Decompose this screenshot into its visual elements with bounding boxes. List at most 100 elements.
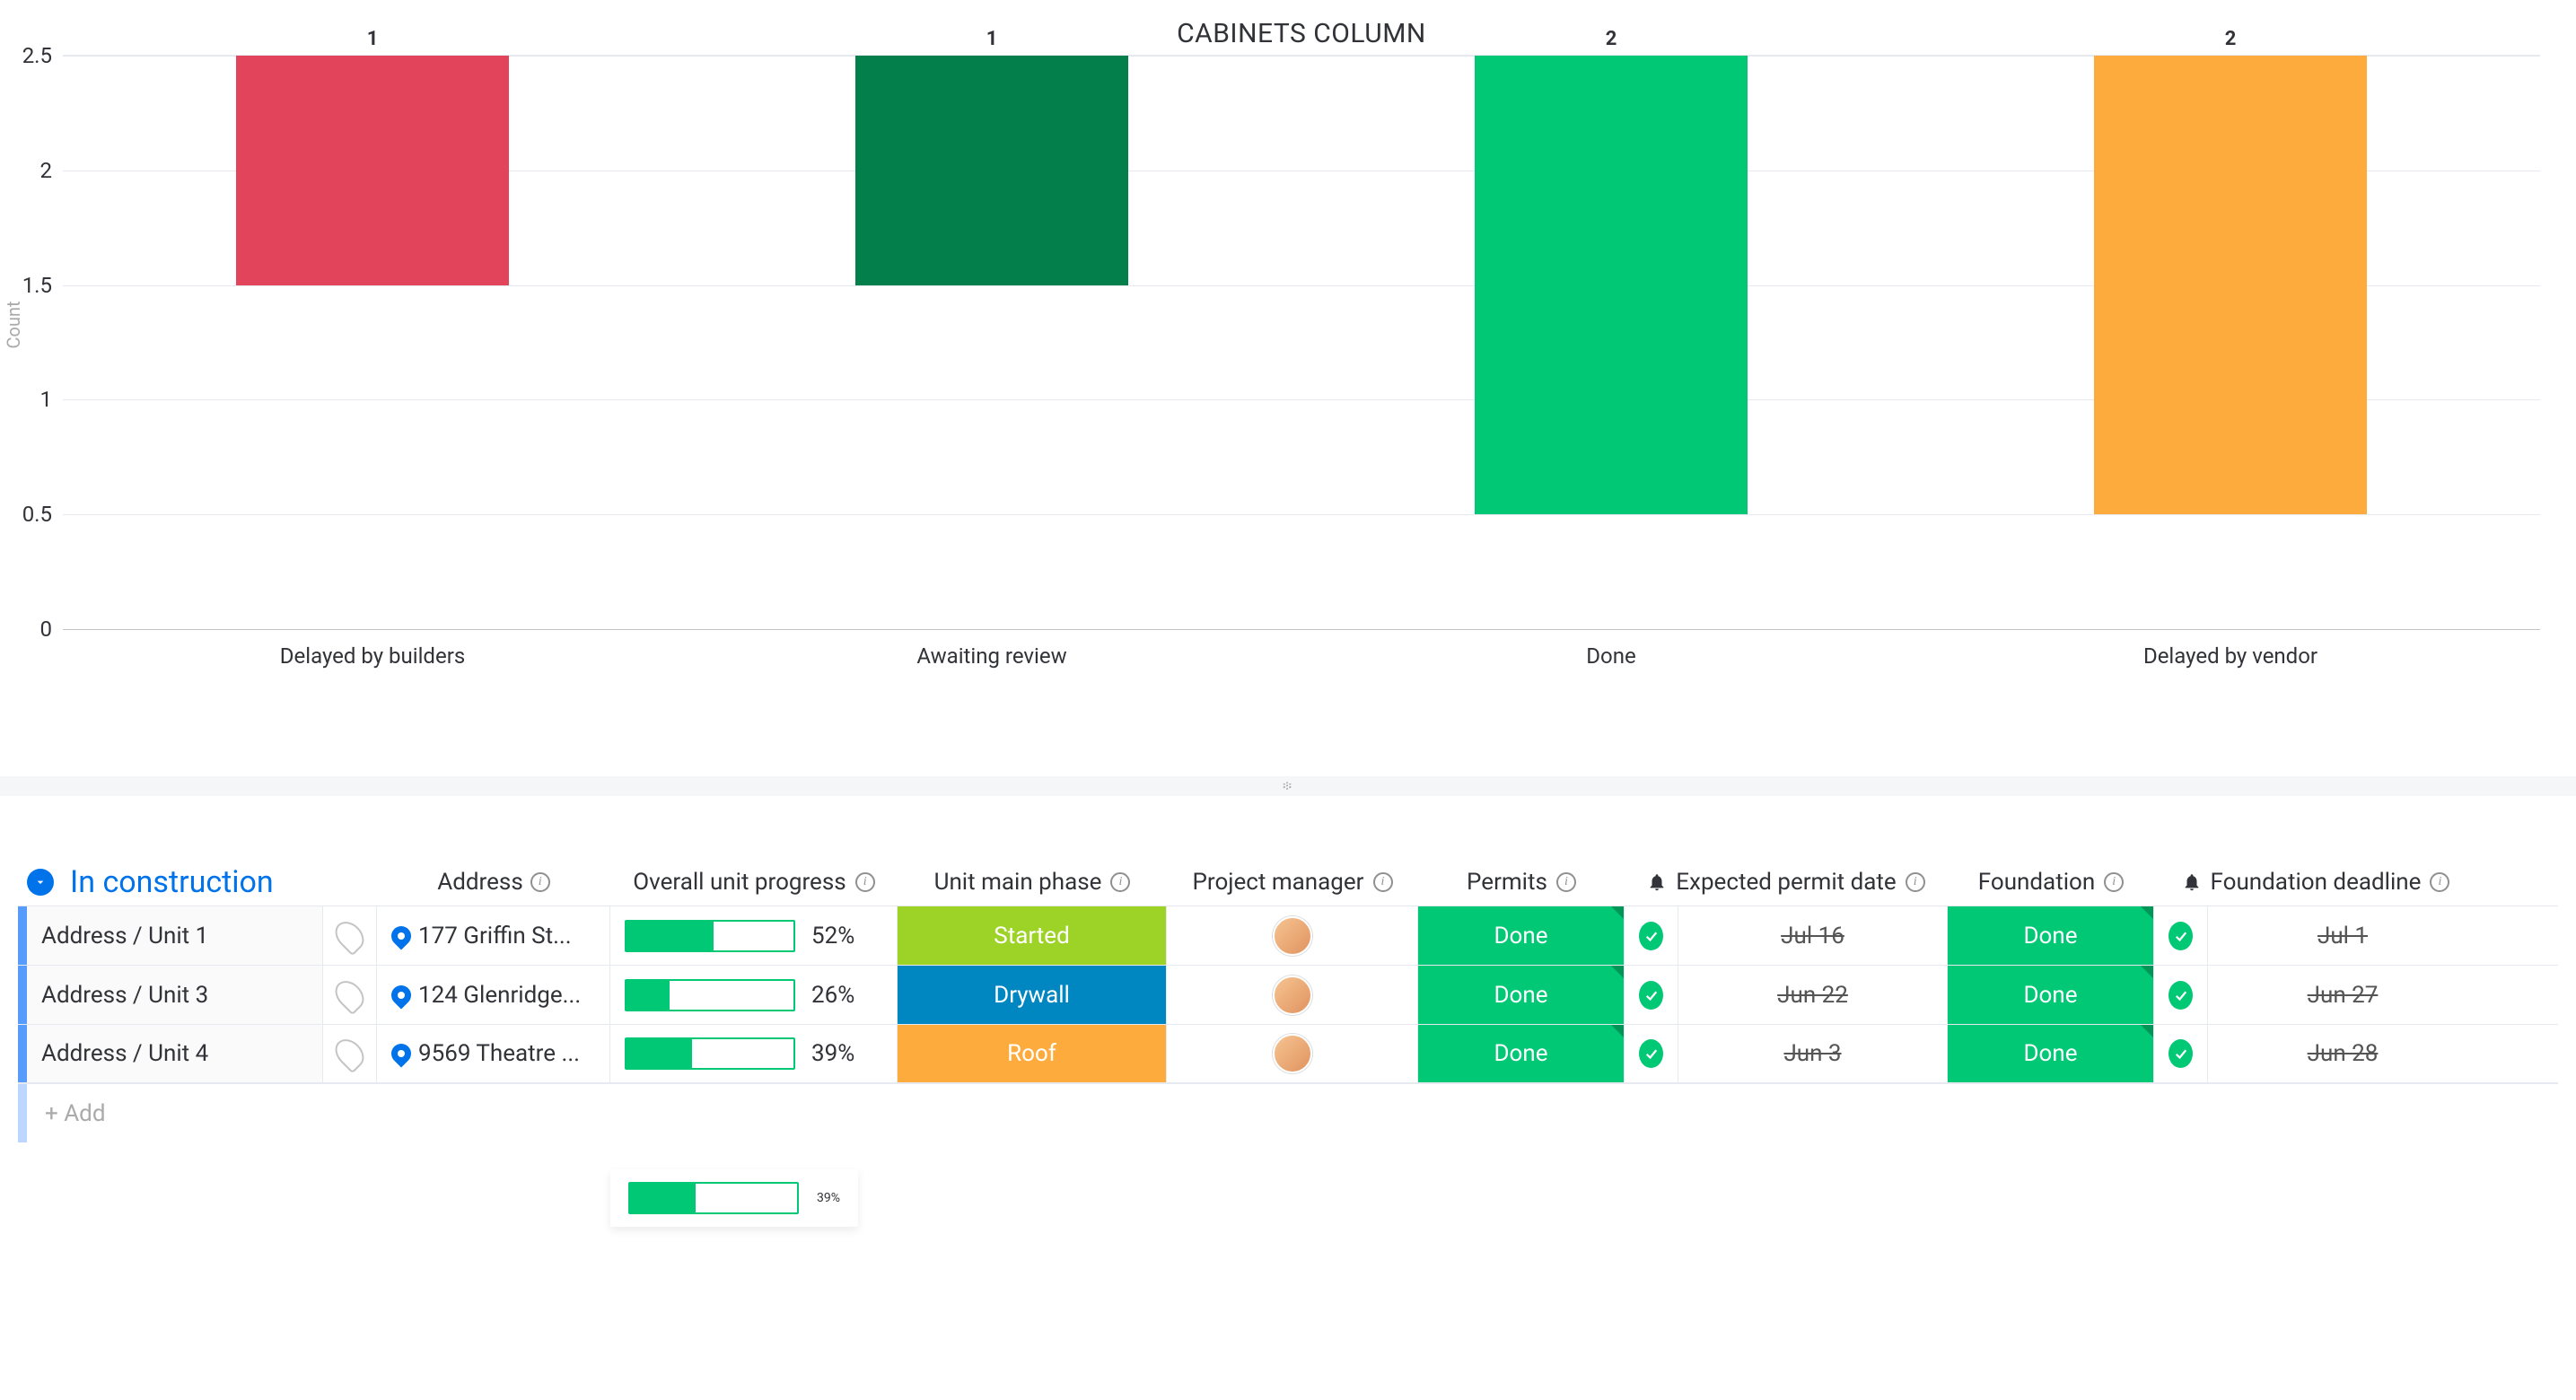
progress-cell[interactable]: 52% xyxy=(610,906,898,965)
chart-bar[interactable]: 2 xyxy=(1475,56,1748,514)
conversation-button[interactable] xyxy=(323,966,377,1024)
chat-icon xyxy=(329,1034,370,1074)
y-tick-label: 0.5 xyxy=(22,502,52,527)
add-item-label[interactable]: + Add xyxy=(27,1084,2558,1142)
col-header-address[interactable]: Address i xyxy=(377,859,610,906)
bar-value-label: 1 xyxy=(236,28,509,56)
project-manager-cell[interactable] xyxy=(1167,906,1418,965)
col-header-expected-permit[interactable]: Expected permit date i xyxy=(1625,859,1948,906)
group-title[interactable]: In construction xyxy=(70,864,274,900)
avatar xyxy=(1273,916,1312,956)
project-manager-cell[interactable] xyxy=(1167,966,1418,1024)
progress-cell[interactable]: 26% xyxy=(610,966,898,1024)
item-name[interactable]: Address / Unit 1 xyxy=(27,906,323,965)
col-header-foundation-deadline[interactable]: Foundation deadline i xyxy=(2154,859,2477,906)
conversation-button[interactable] xyxy=(323,1025,377,1082)
foundation-check xyxy=(2154,906,2208,965)
y-tick-label: 0 xyxy=(40,617,53,642)
info-icon[interactable]: i xyxy=(2430,872,2449,892)
bar-value-label: 1 xyxy=(855,28,1128,56)
expected-permit-date[interactable]: Jun 22 xyxy=(1678,966,1948,1024)
x-tick-label: Delayed by builders xyxy=(63,638,682,669)
project-manager-cell[interactable] xyxy=(1167,1025,1418,1082)
y-tick-label: 2 xyxy=(40,158,53,183)
phase-status[interactable]: Roof xyxy=(898,1025,1167,1082)
foundation-deadline[interactable]: Jun 27 xyxy=(2208,966,2477,1024)
info-icon[interactable]: i xyxy=(855,872,875,892)
x-tick-label: Delayed by vendor xyxy=(1921,638,2540,669)
info-icon[interactable]: i xyxy=(1906,872,1925,892)
col-header-progress[interactable]: Overall unit progress i xyxy=(610,859,898,906)
col-header-phase[interactable]: Unit main phase i xyxy=(898,859,1167,906)
chart-bar[interactable]: 2 xyxy=(2094,56,2367,514)
phase-status[interactable]: Started xyxy=(898,906,1167,965)
check-icon xyxy=(2169,922,2193,950)
progress-value: 26% xyxy=(811,982,854,1009)
info-icon[interactable]: i xyxy=(1110,872,1130,892)
foundation-check xyxy=(2154,966,2208,1024)
conversation-button[interactable] xyxy=(323,906,377,965)
group-collapse-toggle[interactable] xyxy=(27,869,54,896)
y-axis-label: Count xyxy=(3,301,24,348)
foundation-deadline[interactable]: Jul 1 xyxy=(2208,906,2477,965)
check-icon xyxy=(1639,981,1663,1010)
permit-check xyxy=(1625,906,1678,965)
chart-bar[interactable]: 1 xyxy=(855,56,1128,285)
item-name[interactable]: Address / Unit 3 xyxy=(27,966,323,1024)
permits-status[interactable]: Done xyxy=(1418,966,1625,1024)
foundation-status[interactable]: Done xyxy=(1948,966,2154,1024)
phase-status[interactable]: Drywall xyxy=(898,966,1167,1024)
y-tick-label: 1.5 xyxy=(22,273,52,298)
expected-permit-date[interactable]: Jun 3 xyxy=(1678,1025,1948,1082)
info-icon[interactable]: i xyxy=(2104,872,2124,892)
address-text: 124 Glenridge... xyxy=(418,982,581,1009)
address-cell[interactable]: 9569 Theatre ... xyxy=(377,1025,610,1082)
progress-cell[interactable]: 39% xyxy=(610,1025,898,1082)
progress-summary-value: 39% xyxy=(817,1191,840,1205)
col-header-permits[interactable]: Permits i xyxy=(1418,859,1625,906)
location-pin-icon xyxy=(387,981,415,1009)
check-icon xyxy=(1639,922,1663,950)
avatar xyxy=(1273,976,1312,1015)
y-tick-label: 2.5 xyxy=(22,43,52,68)
address-cell[interactable]: 124 Glenridge... xyxy=(377,966,610,1024)
info-icon[interactable]: i xyxy=(1556,872,1576,892)
info-icon[interactable]: i xyxy=(530,872,550,892)
info-icon[interactable]: i xyxy=(1373,872,1393,892)
address-text: 177 Griffin St... xyxy=(418,923,572,949)
pane-resize-handle[interactable]: ፨ xyxy=(0,776,2576,796)
progress-value: 39% xyxy=(811,1040,854,1067)
check-icon xyxy=(2169,1039,2193,1068)
check-icon xyxy=(2169,981,2193,1010)
bell-icon xyxy=(1647,872,1667,892)
y-tick-label: 1 xyxy=(40,387,53,412)
x-tick-label: Done xyxy=(1301,638,1921,669)
permits-status[interactable]: Done xyxy=(1418,906,1625,965)
bell-icon xyxy=(2182,872,2202,892)
check-icon xyxy=(1639,1039,1663,1068)
group-in-construction: In construction Address i Overall unit p… xyxy=(0,859,2576,1227)
table-row: Address / Unit 1 177 Griffin St... 52% S… xyxy=(18,906,2558,965)
expected-permit-date[interactable]: Jul 16 xyxy=(1678,906,1948,965)
item-name[interactable]: Address / Unit 4 xyxy=(27,1025,323,1082)
col-header-foundation[interactable]: Foundation i xyxy=(1948,859,2154,906)
add-item-row[interactable]: + Add xyxy=(18,1083,2558,1142)
permits-status[interactable]: Done xyxy=(1418,1025,1625,1082)
foundation-deadline[interactable]: Jun 28 xyxy=(2208,1025,2477,1082)
table-row: Address / Unit 3 124 Glenridge... 26% Dr… xyxy=(18,965,2558,1024)
permit-check xyxy=(1625,1025,1678,1082)
progress-value: 52% xyxy=(811,923,854,949)
foundation-check xyxy=(2154,1025,2208,1082)
progress-summary: 39% xyxy=(610,1169,858,1227)
foundation-status[interactable]: Done xyxy=(1948,1025,2154,1082)
address-cell[interactable]: 177 Griffin St... xyxy=(377,906,610,965)
permit-check xyxy=(1625,966,1678,1024)
avatar xyxy=(1273,1034,1312,1073)
col-header-pm[interactable]: Project manager i xyxy=(1167,859,1418,906)
x-axis-labels: Delayed by buildersAwaiting reviewDoneDe… xyxy=(63,638,2540,669)
bar-value-label: 2 xyxy=(1475,28,1748,56)
chart-plot-area: 00.511.522.51122 xyxy=(63,55,2540,629)
chart-bar[interactable]: 1 xyxy=(236,56,509,285)
foundation-status[interactable]: Done xyxy=(1948,906,2154,965)
location-pin-icon xyxy=(387,1039,415,1067)
